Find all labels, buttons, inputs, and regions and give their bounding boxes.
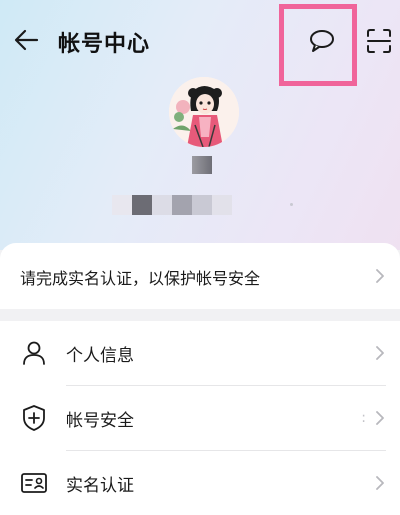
chevron-right-icon [374, 474, 386, 492]
nickname-blurred [192, 156, 212, 174]
menu-item-real-name-auth[interactable]: 实名认证 [0, 451, 400, 515]
menu-item-personal-info[interactable]: 个人信息 [0, 321, 400, 385]
scan-icon [367, 29, 391, 53]
scan-button[interactable] [363, 25, 395, 57]
chevron-right-icon [374, 344, 386, 362]
arrow-left-icon [14, 29, 39, 51]
shield-plus-icon [20, 404, 48, 432]
highlight-annotation [279, 4, 357, 86]
back-button[interactable] [10, 24, 42, 56]
avatar-illustration [169, 77, 239, 147]
menu-item-label: 个人信息 [66, 346, 134, 366]
menu-item-label: 实名认证 [66, 476, 134, 496]
menu-item-account-security[interactable]: 帐号安全 : [0, 386, 400, 450]
menu-item-label: 帐号安全 [66, 411, 134, 431]
person-icon [20, 339, 48, 367]
chevron-right-icon [374, 409, 386, 427]
banner-text: 请完成实名认证，以保护帐号安全 [20, 269, 261, 288]
real-name-banner[interactable]: 请完成实名认证，以保护帐号安全 [0, 243, 400, 309]
account-menu-list: 个人信息 帐号安全 : 实名认证 [0, 321, 400, 515]
status-marker: : [361, 410, 366, 426]
id-card-icon [20, 469, 48, 497]
chevron-right-icon [374, 267, 386, 285]
avatar[interactable] [169, 77, 239, 147]
decorative-dot [290, 203, 293, 206]
account-id-blurred [112, 195, 232, 215]
page-title: 帐号中心 [58, 32, 151, 57]
